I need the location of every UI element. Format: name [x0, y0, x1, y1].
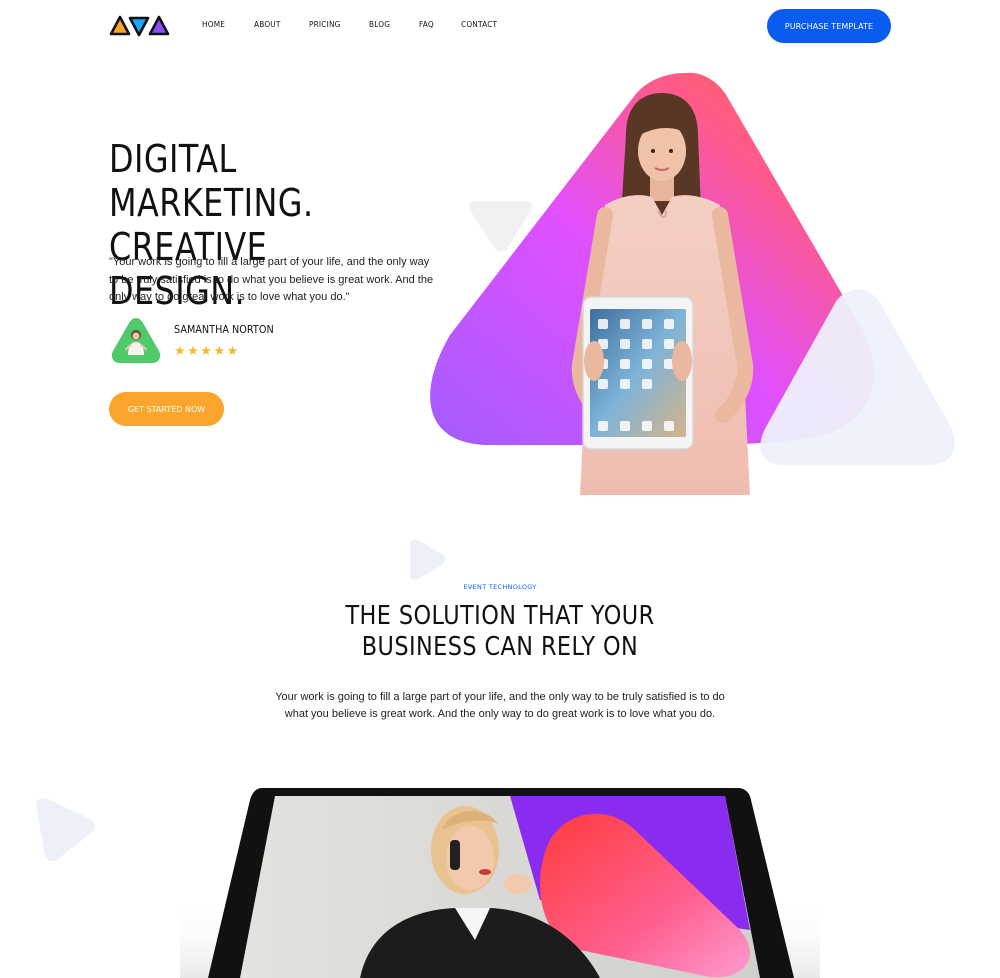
- nav-home[interactable]: HOME: [202, 20, 225, 29]
- section-title: THE SOLUTION THAT YOUR BUSINESS CAN RELY…: [0, 601, 1000, 663]
- tablet-mockup-image: [180, 788, 820, 978]
- brand-logo[interactable]: [109, 14, 171, 38]
- section-eyebrow: EVENT TECHNOLOGY: [463, 583, 537, 591]
- hero-title-line-1: DIGITAL MARKETING.: [109, 137, 314, 225]
- main-nav: HOME ABOUT PRICING BLOG FAQ CONTACT: [202, 20, 501, 29]
- decorative-triangle-icon: [36, 798, 95, 862]
- nav-pricing[interactable]: PRICING: [309, 20, 341, 29]
- nav-contact[interactable]: CONTACT: [461, 20, 497, 29]
- nav-blog[interactable]: BLOG: [369, 20, 390, 29]
- nav-about[interactable]: ABOUT: [254, 20, 281, 29]
- author-name: SAMANTHA NORTON: [174, 323, 274, 336]
- decorative-triangle-icon: [410, 539, 445, 580]
- author-avatar: [111, 318, 161, 363]
- section-description: Your work is going to fill a large part …: [275, 691, 725, 720]
- hero-quote: "Your work is going to fill a large part…: [109, 256, 434, 303]
- section-title-line-2: BUSINESS CAN RELY ON: [361, 632, 639, 662]
- purchase-template-button[interactable]: PURCHASE TEMPLATE: [767, 9, 891, 43]
- hero-illustration: [430, 72, 956, 495]
- get-started-button[interactable]: GET STARTED NOW: [109, 392, 224, 426]
- section-title-line-1: THE SOLUTION THAT YOUR: [345, 601, 655, 631]
- nav-faq[interactable]: FAQ: [419, 20, 434, 29]
- author-rating-stars: ★★★★★: [174, 343, 240, 358]
